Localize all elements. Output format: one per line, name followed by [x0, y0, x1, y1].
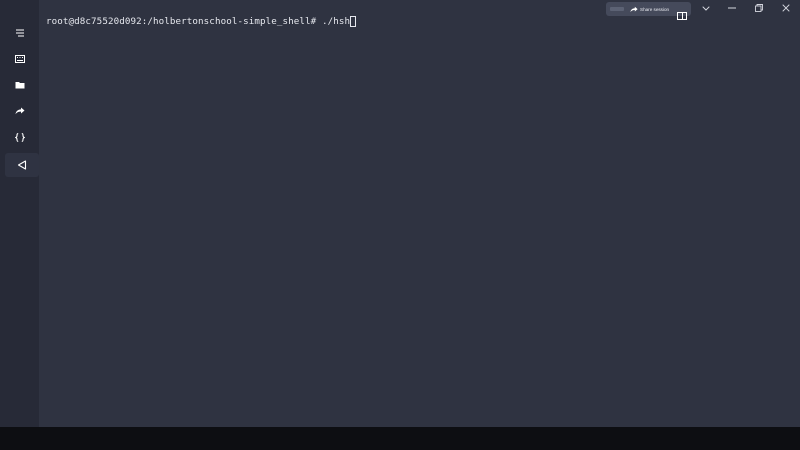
- sidebar-run-button[interactable]: [5, 153, 39, 177]
- terminal-pane[interactable]: root@d8c75520d092:/holbertonschool-simpl…: [39, 0, 800, 427]
- prompt-line: root@d8c75520d092:/holbertonschool-simpl…: [46, 16, 357, 27]
- keyboard-icon: [15, 55, 25, 63]
- restore-icon: [755, 4, 763, 12]
- shell-prompt: root@d8c75520d092:/holbertonschool-simpl…: [46, 16, 317, 27]
- sidebar-keyboard-button[interactable]: [6, 48, 34, 70]
- sidebar-folder-button[interactable]: [6, 74, 34, 96]
- sidebar-snippets-button[interactable]: [6, 126, 34, 148]
- share-session-label: Share session: [640, 6, 670, 12]
- command-input[interactable]: ./hsh: [316, 16, 350, 27]
- forward-arrow-icon: [15, 107, 25, 115]
- toolbar-placeholder: [610, 7, 624, 11]
- terminal-app-window: root@d8c75520d092:/holbertonschool-simpl…: [0, 0, 800, 427]
- session-toolbar: Share session: [606, 2, 691, 20]
- folder-icon: [15, 82, 25, 89]
- text-cursor: [350, 16, 357, 27]
- minimize-icon: [728, 7, 736, 9]
- braces-icon: [15, 132, 25, 142]
- split-pane-icon: [677, 12, 687, 20]
- dropdown-button[interactable]: [698, 2, 714, 14]
- close-icon: [782, 4, 790, 12]
- bottom-bar: [0, 427, 800, 450]
- menu-icon: [16, 29, 24, 37]
- play-triangle-icon: [17, 160, 27, 170]
- share-arrow-icon: [630, 6, 638, 12]
- split-pane-button[interactable]: [677, 5, 687, 24]
- chevron-down-icon: [702, 5, 710, 11]
- sidebar-forward-button[interactable]: [6, 100, 34, 122]
- sidebar: [0, 0, 39, 427]
- share-session-button[interactable]: Share session: [630, 6, 669, 13]
- restore-button[interactable]: [751, 2, 767, 14]
- close-button[interactable]: [778, 2, 794, 14]
- sidebar-menu-button[interactable]: [6, 22, 34, 44]
- minimize-button[interactable]: [724, 2, 740, 14]
